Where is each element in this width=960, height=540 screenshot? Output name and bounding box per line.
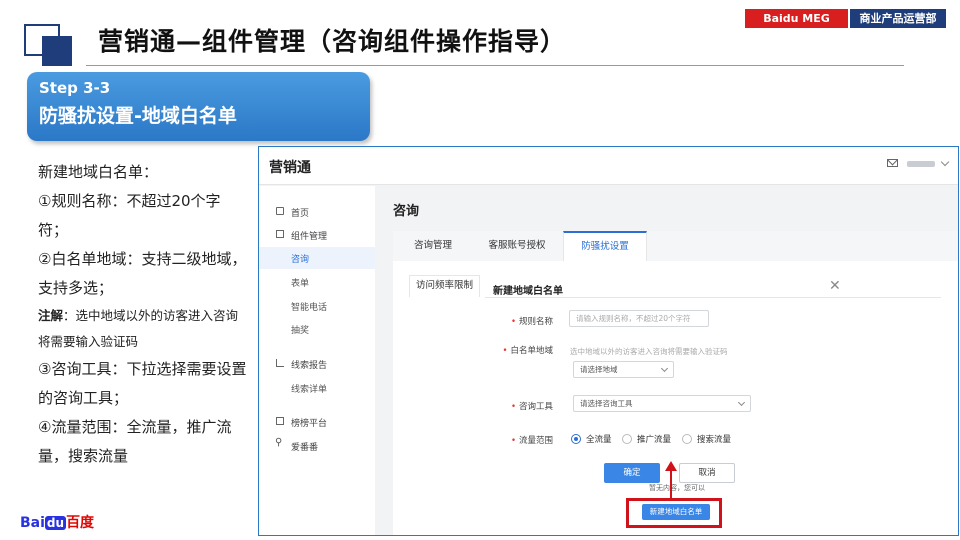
tool-select-value: 请选择咨询工具 xyxy=(580,399,633,408)
app-sidebar: 首页 组件管理 咨询 表单 智能电话 抽奖 线索报告 线索详单 榜榜平台 ⚲ 爱… xyxy=(259,186,375,535)
component-icon xyxy=(276,230,284,238)
home-icon xyxy=(276,207,284,215)
region-label: • 白名单地域 xyxy=(502,346,553,356)
user-name[interactable] xyxy=(907,161,935,167)
radio-label: 推广流量 xyxy=(637,435,672,445)
sidebar-item-label: 咨询 xyxy=(291,255,310,265)
sidebar-item-lottery[interactable]: 抽奖 xyxy=(259,318,375,340)
app-topbar: 营销通 xyxy=(259,147,958,185)
rule-name-label: • 规则名称 xyxy=(510,317,553,327)
sidebar-item-label: 组件管理 xyxy=(291,232,328,242)
note-text: ：选中地域以外的访客进入咨询将需要输入验证码 xyxy=(38,308,239,349)
region-hint: 选中地域以外的访客进入咨询将需要输入验证码 xyxy=(570,347,728,356)
sidebar-item-form[interactable]: 表单 xyxy=(259,271,375,293)
sidebar-item-platform[interactable]: 榜榜平台 xyxy=(259,411,375,433)
highlight-frame xyxy=(626,498,722,528)
region-select-value: 请选择地域 xyxy=(580,365,618,374)
tool-label-text: 咨询工具 xyxy=(518,402,553,412)
sidebar-item-consult[interactable]: 咨询 xyxy=(259,247,375,269)
rule-name-input[interactable]: 请输入规则名称，不超过20个字符 xyxy=(569,310,709,327)
confirm-button[interactable]: 确定 xyxy=(604,463,660,483)
content-title: 咨询 xyxy=(393,204,420,219)
radio-label: 搜索流量 xyxy=(697,435,732,445)
rule-name-label-text: 规则名称 xyxy=(518,317,553,327)
traffic-label: • 流量范围 xyxy=(510,436,553,446)
sidebar-item-label: 抽奖 xyxy=(291,326,310,336)
instruction-item-1: ①规则名称：不超过20个字符； xyxy=(38,192,221,239)
tab-service-account-auth[interactable]: 客服账号授权 xyxy=(473,231,561,261)
instruction-item-4: ④流量范围：全流量，推广流量，搜索流量 xyxy=(38,418,232,465)
instruction-item-3: ③咨询工具：下拉选择需要设置的咨询工具； xyxy=(38,360,247,407)
badge-baidu-meg: Baidu MEG xyxy=(745,9,848,28)
sidebar-item-smart-phone[interactable]: 智能电话 xyxy=(259,295,375,317)
sidebar-item-components[interactable]: 组件管理 xyxy=(259,224,375,246)
chart-icon xyxy=(276,359,284,367)
instruction-intro: 新建地域白名单： xyxy=(38,163,159,181)
step-banner: Step 3-3 防骚扰设置-地域白名单 xyxy=(27,72,370,141)
tab-consult-management[interactable]: 咨询管理 xyxy=(393,231,473,261)
cancel-button[interactable]: 取消 xyxy=(679,463,735,483)
sidebar-item-label: 表单 xyxy=(291,279,310,289)
tool-select[interactable]: 请选择咨询工具 xyxy=(573,395,751,412)
app-name: 营销通 xyxy=(269,160,311,176)
baidu-logo: Bai du 百度 xyxy=(20,512,94,532)
region-label-text: 白名单地域 xyxy=(510,346,553,356)
slide-title: 营销通—组件管理（咨询组件操作指导） xyxy=(98,27,567,56)
radio-dot xyxy=(682,434,692,444)
sidebar-item-aifanfan[interactable]: 爱番番 xyxy=(259,435,375,457)
logo-cn: 百度 xyxy=(66,515,95,531)
subtab-visit-frequency[interactable]: 访问频率限制 xyxy=(409,275,481,297)
step-number: Step 3-3 xyxy=(39,79,111,97)
badge-department: 商业产品运营部 xyxy=(850,9,946,28)
tab-anti-harassment[interactable]: 防骚扰设置 xyxy=(563,231,647,261)
sidebar-item-label: 爱番番 xyxy=(291,443,319,453)
sidebar-item-label: 线索详单 xyxy=(291,385,328,395)
arrow-head-icon xyxy=(665,461,677,471)
note-label: 注解 xyxy=(38,308,64,323)
sidebar-item-lead-report[interactable]: 线索报告 xyxy=(259,353,375,375)
traffic-label-text: 流量范围 xyxy=(518,436,553,446)
logo-du: du xyxy=(44,516,67,530)
app-screenshot: 营销通 首页 组件管理 咨询 表单 智能电话 抽奖 线索报告 线索详单 榜榜平台… xyxy=(258,146,959,536)
chevron-down-icon xyxy=(660,364,669,373)
step-name: 防骚扰设置-地域白名单 xyxy=(39,105,237,127)
sidebar-item-lead-details[interactable]: 线索详单 xyxy=(259,377,375,399)
mail-icon[interactable] xyxy=(887,159,898,167)
instruction-note: 注解：选中地域以外的访客进入咨询将需要输入验证码 xyxy=(38,303,248,355)
sidebar-item-label: 榜榜平台 xyxy=(291,419,328,429)
tool-label: • 咨询工具 xyxy=(510,402,553,412)
region-select[interactable]: 请选择地域 xyxy=(573,361,674,378)
platform-icon xyxy=(276,417,284,425)
share-icon xyxy=(275,437,284,449)
sidebar-item-label: 线索报告 xyxy=(291,361,328,371)
arrow-icon xyxy=(670,469,672,499)
title-decoration-solid xyxy=(42,36,72,66)
sidebar-item-home[interactable]: 首页 xyxy=(259,201,375,223)
sidebar-item-label: 首页 xyxy=(291,209,310,219)
radio-label: 全流量 xyxy=(586,435,612,445)
chevron-down-icon[interactable] xyxy=(940,157,950,167)
sidebar-item-label: 智能电话 xyxy=(291,303,328,313)
logo-bai: Bai xyxy=(20,515,45,531)
dialog-divider xyxy=(485,297,941,298)
radio-dot xyxy=(571,434,581,444)
instruction-text: 新建地域白名单： ①规则名称：不超过20个字符； ②白名单地域：支持二级地域，支… xyxy=(38,158,248,471)
chevron-down-icon xyxy=(737,398,746,407)
close-icon[interactable]: ✕ xyxy=(829,278,841,294)
radio-dot xyxy=(622,434,632,444)
dialog-title: 新建地域白名单 xyxy=(493,286,563,297)
empty-state-text: 暂无内容，您可以 xyxy=(649,484,705,492)
title-divider xyxy=(86,65,904,66)
instruction-item-2: ②白名单地域：支持二级地域，支持多选； xyxy=(38,250,247,297)
